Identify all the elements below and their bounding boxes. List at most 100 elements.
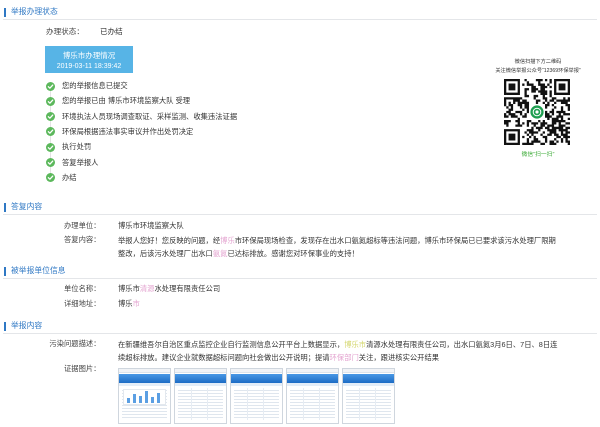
section-title-report: 举报内容 (3, 320, 597, 334)
status-label: 办理状态： (46, 27, 84, 36)
check-circle-icon-glyph (46, 112, 55, 122)
unit-name-value: 博乐市清源水处理有限责任公司 (118, 284, 220, 294)
evidence-image-banner (287, 374, 338, 383)
evidence-image-column (359, 388, 360, 420)
evidence-image-nav (343, 383, 394, 386)
evidence-image[interactable] (118, 368, 171, 424)
check-circle-icon (46, 173, 55, 183)
timeline-step-label: 执行处罚 (62, 142, 92, 152)
evidence-image-topbar (343, 369, 394, 373)
qr-logo (529, 104, 545, 120)
description-line: 在新疆维吾尔自治区重点监控企业自行监测信息公开平台上数据显示，博乐市清源水处理有… (118, 338, 557, 351)
evidence-image-table (346, 388, 391, 420)
evidence-images-label: 证据图片： (64, 364, 101, 373)
reply-content-label: 答复内容： (64, 235, 101, 244)
section-marker-bar (4, 321, 6, 331)
timeline-step-label: 您的举报已由 博乐市环境监察大队 受理 (62, 96, 191, 106)
evidence-image-banner (175, 374, 226, 383)
evidence-image-nav (231, 383, 282, 386)
highlighted-text: 氨氮 (212, 248, 228, 258)
evidence-image[interactable] (286, 368, 339, 424)
qr-instruction-line2: 关注微信举报公众号“12369环保举报” (495, 68, 581, 74)
timeline-step-label: 办结 (62, 172, 77, 182)
check-circle-icon (46, 81, 55, 91)
timeline-step-label: 答复举报人 (62, 157, 99, 167)
evidence-image-column (319, 388, 320, 420)
evidence-image-column (247, 388, 248, 420)
evidence-image-nav (175, 383, 226, 386)
text-segment: 已达标排放。感谢您对环保事业的支持！ (227, 248, 359, 258)
reply-content-line: 整改，后该污水处理厂出水口氨氮已达标排放。感谢您对环保事业的支持！ (118, 247, 556, 260)
check-circle-icon (46, 142, 55, 152)
evidence-image-topbar (119, 369, 170, 373)
timeline-step-label: 环境执法人员现场调查取证、采样监测、收集违法证据 (62, 111, 238, 121)
section-title-text: 答复内容 (11, 202, 43, 211)
check-circle-icon-glyph (46, 173, 55, 183)
check-circle-icon-glyph (46, 142, 55, 152)
qr-scan-caption: 微信“扫一扫” (521, 152, 555, 158)
evidence-image-table (234, 388, 279, 420)
description-line: 续超标排放。建议企业就数据超标问题向社会做出公开说明；提请环保部门关注，跟进核实… (118, 351, 557, 364)
evidence-image-chart (123, 389, 166, 405)
evidence-image-column (375, 388, 376, 420)
check-circle-icon (46, 127, 55, 137)
evidence-image-column (263, 388, 264, 420)
timeline-step: 您的举报信息已提交 (46, 78, 237, 93)
text-segment: 博乐市 (118, 284, 140, 293)
pollution-description-label: 污染问题描述： (49, 339, 101, 348)
section-title-reply: 答复内容 (3, 201, 597, 215)
evidence-image-topbar (175, 369, 226, 373)
qr-code (504, 79, 570, 145)
text-segment: 市环保局现场检查，发现存在出水口氨氮超标等违法问题，博乐市环保局已已要求该污水处… (234, 235, 556, 245)
highlighted-text: 清源 (139, 284, 155, 293)
reply-content-text: 举报人您好！您反映的问题，经博乐市环保局现场检查，发现存在出水口氨氮超标等违法问… (118, 234, 556, 260)
section-title-reported-unit: 被举报单位信息 (3, 265, 597, 279)
address-label: 详细地址： (64, 299, 101, 308)
highlighted-text: 博乐 (220, 235, 235, 245)
highlighted-text: 市 (132, 299, 140, 308)
evidence-image-topbar (231, 369, 282, 373)
handling-unit-label: 办理单位： (64, 221, 101, 230)
timeline-step-label: 环保局根据违法事实审议并作出处罚决定 (62, 126, 194, 136)
qr-instruction-line1: 微信扫描下方二维码 (514, 59, 562, 65)
check-circle-icon-glyph (46, 158, 55, 168)
timeline-step: 您的举报已由 博乐市环境监察大队 受理 (46, 94, 237, 109)
text-segment: 在新疆维吾尔自治区重点监控企业自行监测信息公开平台上数据显示， (118, 339, 345, 349)
evidence-image-nav (287, 383, 338, 386)
reply-content-line: 举报人您好！您反映的问题，经博乐市环保局现场检查，发现存在出水口氨氮超标等违法问… (118, 234, 556, 247)
text-segment: 整改，后该污水处理厂出水口 (118, 248, 213, 258)
evidence-image[interactable] (174, 368, 227, 424)
timeline-step: 环保局根据违法事实审议并作出处罚决定 (46, 124, 237, 139)
check-circle-icon-glyph (46, 81, 55, 91)
status-box-time: 2019-03-11 18:39:42 (56, 62, 122, 70)
progress-timeline: 您的举报信息已提交 您的举报已由 博乐市环境监察大队 受理 环境执法人员现场调查… (46, 78, 237, 185)
evidence-image-table (178, 388, 223, 420)
evidence-image-column (303, 388, 304, 420)
text-segment: 举报人您好！您反映的问题，经 (118, 235, 221, 245)
unit-name-label: 单位名称： (64, 284, 101, 293)
status-value: 已办结 (100, 27, 123, 36)
pollution-description-text: 在新疆维吾尔自治区重点监控企业自行监测信息公开平台上数据显示，博乐市清源水处理有… (118, 338, 557, 364)
status-box: 博乐市办理情况 2019-03-11 18:39:42 (45, 46, 133, 73)
timeline-step: 办结 (46, 170, 237, 185)
section-marker-bar (4, 202, 6, 212)
address-value: 博乐市 (118, 299, 140, 309)
evidence-image-banner (231, 374, 282, 383)
evidence-image[interactable] (342, 368, 395, 424)
check-circle-icon (46, 96, 55, 106)
timeline-step: 执行处罚 (46, 140, 237, 155)
evidence-image-banner (343, 374, 394, 383)
evidence-image-nav (119, 383, 170, 386)
check-circle-icon (46, 112, 55, 122)
text-segment: 清源水处理有限责任公司，出水口氨氮3月6日、7日、8日连 (366, 339, 558, 349)
section-title-text: 被举报单位信息 (11, 266, 66, 275)
status-box-title: 博乐市办理情况 (62, 50, 116, 60)
evidence-image-column (207, 388, 208, 420)
evidence-image-column (191, 388, 192, 420)
text-segment: 关注，跟进核实公开结果 (358, 352, 440, 362)
evidence-image-table (290, 388, 335, 420)
evidence-image[interactable] (230, 368, 283, 424)
text-segment: 博乐 (118, 299, 133, 308)
text-segment: 续超标排放。建议企业就数据超标问题向社会做出公开说明；提请 (118, 352, 330, 362)
section-title-text: 举报办理状态 (11, 7, 58, 16)
